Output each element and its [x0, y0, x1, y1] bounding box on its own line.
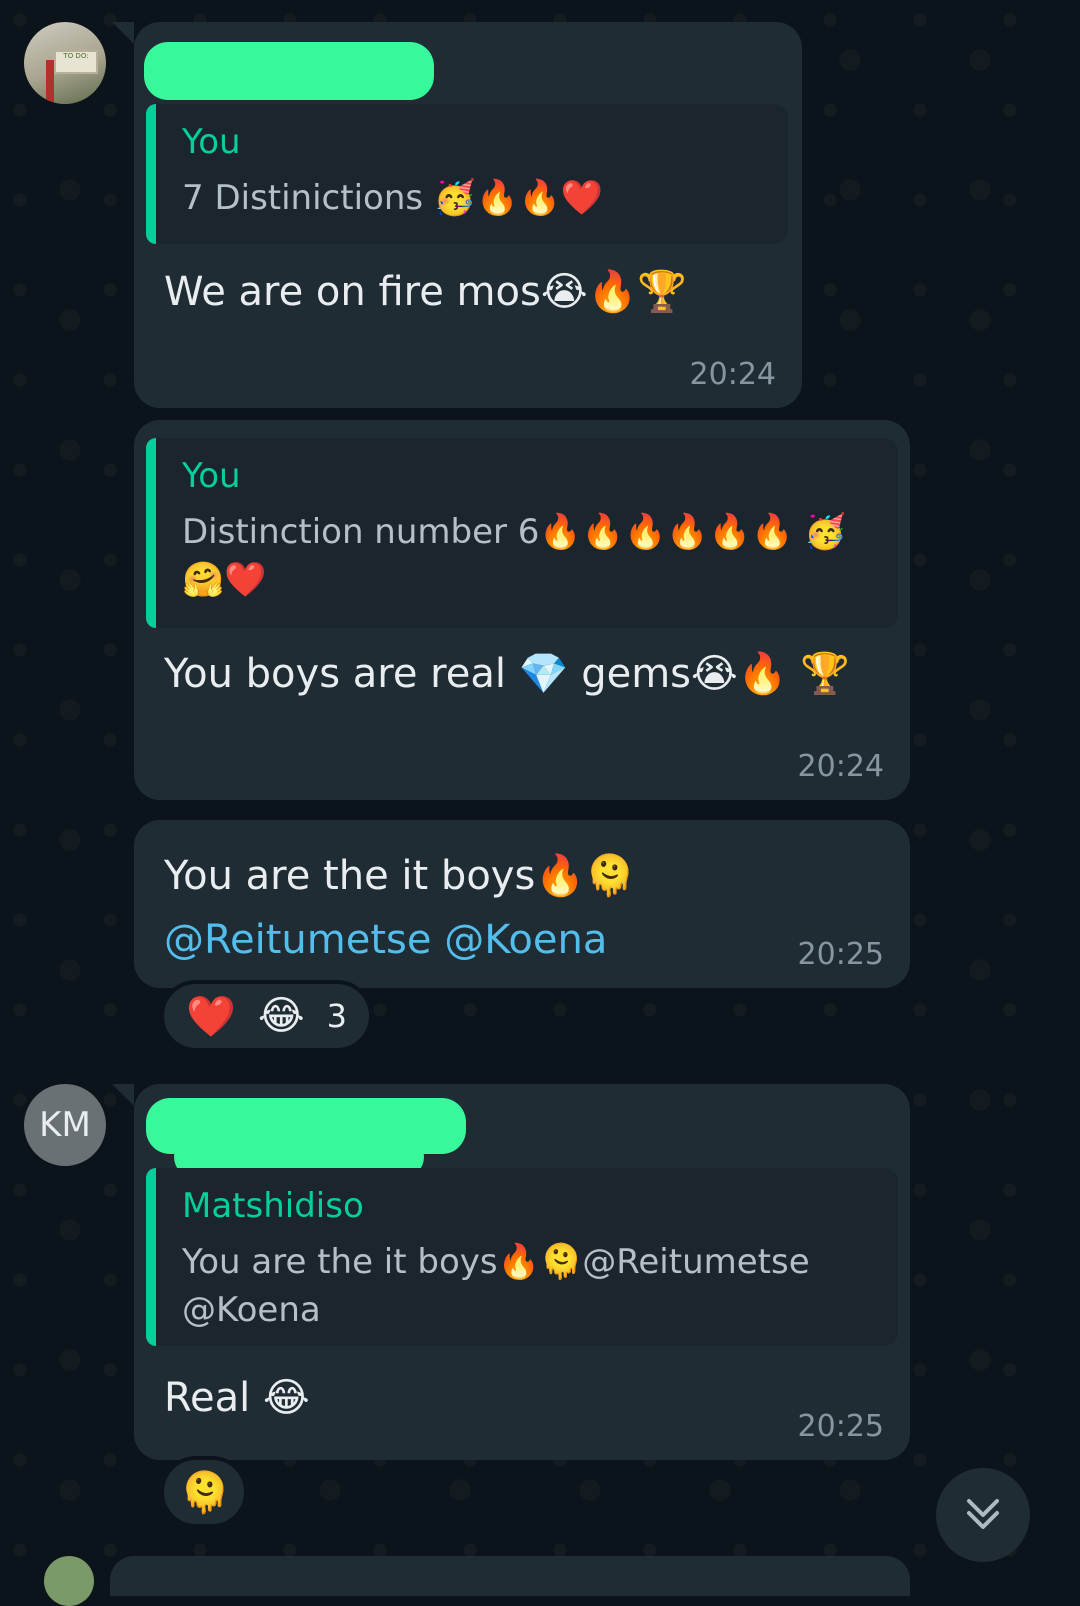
quote-author: Matshidiso — [182, 1186, 364, 1226]
quoted-message[interactable]: Matshidiso You are the it boys🔥🫠@Reitume… — [146, 1168, 898, 1346]
reaction-pill[interactable]: 🫠 — [160, 1456, 248, 1528]
mention-link[interactable]: @Reitumetse — [164, 917, 431, 963]
sender-avatar-initials[interactable]: KM — [24, 1084, 106, 1166]
message-time: 20:25 — [797, 1409, 884, 1444]
quote-text: 7 Distinictions 🥳🔥🔥❤️ — [182, 178, 604, 218]
message-text: We are on fire mos😭🔥🏆 — [164, 269, 688, 315]
next-sender-avatar[interactable] — [44, 1556, 94, 1606]
message-text: Real 😂 — [164, 1375, 310, 1421]
avatar-pole — [46, 60, 54, 104]
quoted-message[interactable]: You 7 Distinictions 🥳🔥🔥❤️ — [146, 104, 788, 244]
mention-link[interactable]: @Koena — [444, 917, 607, 963]
message-text: You boys are real 💎 gems😭🔥 🏆 — [164, 651, 851, 697]
message-text: You are the it boys🔥🫠 @Reitumetse @Koena — [146, 838, 886, 972]
reaction-emoji: ❤️ — [186, 993, 236, 1040]
message-time: 20:24 — [689, 357, 776, 392]
message-text-plain: You are the it boys🔥🫠 — [164, 853, 635, 899]
reaction-emoji: 🫠 — [180, 1469, 230, 1516]
quote-author: You — [182, 456, 241, 496]
message-bubble[interactable]: You 7 Distinictions 🥳🔥🔥❤️ We are on fire… — [112, 22, 802, 408]
scroll-to-bottom-button[interactable] — [936, 1468, 1030, 1562]
quote-text: You are the it boys🔥🫠@Reitumetse @Koena — [182, 1242, 810, 1330]
message-bubble[interactable]: You are the it boys🔥🫠 @Reitumetse @Koena… — [134, 820, 910, 988]
quoted-message[interactable]: You Distinction number 6🔥🔥🔥🔥🔥🔥 🥳🤗❤️ — [146, 438, 898, 628]
quote-author: You — [182, 122, 241, 162]
message-time: 20:25 — [797, 937, 884, 972]
message-bubble[interactable]: You Distinction number 6🔥🔥🔥🔥🔥🔥 🥳🤗❤️ You … — [134, 420, 910, 800]
next-message-bubble[interactable] — [110, 1556, 910, 1596]
quote-text: Distinction number 6🔥🔥🔥🔥🔥🔥 🥳🤗❤️ — [182, 512, 847, 600]
message-time: 20:24 — [797, 749, 884, 784]
avatar-sign: TO DO: — [54, 50, 98, 74]
double-chevron-down-icon — [967, 1499, 999, 1529]
redacted-sender-name — [144, 42, 434, 100]
message-bubble[interactable]: Matshidiso You are the it boys🔥🫠@Reitume… — [112, 1084, 910, 1460]
reaction-pill[interactable]: ❤️ 😂 3 — [160, 980, 373, 1052]
reaction-emoji: 😂 — [257, 993, 305, 1039]
sender-avatar-photo[interactable]: TO DO: — [24, 22, 106, 104]
reaction-count: 3 — [326, 997, 347, 1035]
